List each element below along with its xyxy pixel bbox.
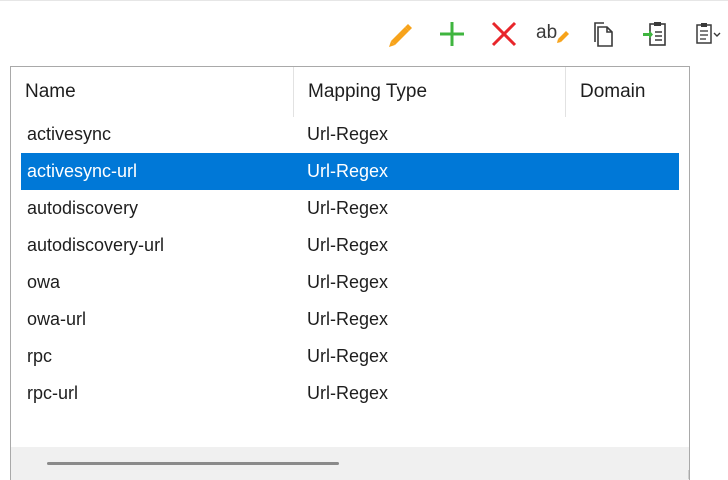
top-divider bbox=[0, 0, 728, 1]
row-name: rpc-url bbox=[27, 383, 79, 403]
copy-icon bbox=[594, 22, 613, 47]
toolbar: ab bbox=[380, 14, 728, 54]
delete-button[interactable] bbox=[484, 14, 524, 54]
row-mapping-type: Url-Regex bbox=[307, 346, 389, 366]
edit-button[interactable] bbox=[380, 14, 420, 54]
column-header-domain[interactable]: Domain bbox=[566, 67, 689, 117]
copy-button[interactable] bbox=[584, 14, 624, 54]
rename-label: ab bbox=[536, 22, 558, 43]
paste-icon bbox=[643, 22, 666, 46]
row-mapping-type: Url-Regex bbox=[307, 383, 389, 403]
row-mapping-type: Url-Regex bbox=[307, 309, 389, 329]
row-mapping-type: Url-Regex bbox=[307, 198, 389, 218]
scrollbar-thumb[interactable] bbox=[47, 462, 339, 465]
rename-icon: ab bbox=[534, 19, 574, 49]
row-name: rpc bbox=[27, 346, 53, 366]
plus-icon bbox=[440, 22, 464, 46]
small-pencil-icon bbox=[557, 31, 569, 43]
mapping-list[interactable]: Name Mapping Type Domain activesync Url-… bbox=[10, 66, 690, 480]
table-row-selected[interactable]: activesync-url Url-Regex bbox=[21, 153, 679, 190]
pencil-icon bbox=[389, 24, 412, 47]
add-button[interactable] bbox=[432, 14, 472, 54]
column-header-name[interactable]: Name bbox=[11, 67, 293, 117]
list-header: Name Mapping Type Domain bbox=[11, 67, 689, 117]
paste-button[interactable] bbox=[636, 14, 676, 54]
row-name: activesync-url bbox=[27, 161, 138, 181]
column-header-mapping-type[interactable]: Mapping Type bbox=[294, 67, 565, 117]
row-name: owa bbox=[27, 272, 61, 292]
row-name: owa-url bbox=[27, 309, 87, 329]
row-name: activesync bbox=[27, 124, 112, 144]
row-name: autodiscovery bbox=[27, 198, 139, 218]
table-row[interactable]: rpc-url Url-Regex bbox=[21, 375, 679, 412]
row-mapping-type: Url-Regex bbox=[307, 124, 389, 144]
row-mapping-type: Url-Regex bbox=[307, 161, 389, 181]
table-row[interactable]: autodiscovery-url Url-Regex bbox=[21, 227, 679, 264]
row-name: autodiscovery-url bbox=[27, 235, 165, 255]
clipboard-dropdown-button[interactable] bbox=[690, 14, 728, 54]
row-mapping-type: Url-Regex bbox=[307, 272, 389, 292]
horizontal-scrollbar[interactable] bbox=[11, 447, 689, 480]
row-mapping-type: Url-Regex bbox=[307, 235, 389, 255]
rename-button[interactable]: ab bbox=[532, 14, 576, 54]
table-row[interactable]: activesync Url-Regex bbox=[21, 116, 679, 153]
table-row[interactable]: autodiscovery Url-Regex bbox=[21, 190, 679, 227]
resize-edge bbox=[688, 470, 689, 479]
close-icon bbox=[491, 21, 517, 47]
clipboard-icon bbox=[696, 23, 721, 44]
table-row[interactable]: rpc Url-Regex bbox=[21, 338, 679, 375]
table-row[interactable]: owa Url-Regex bbox=[21, 264, 679, 301]
table-row[interactable]: owa-url Url-Regex bbox=[21, 301, 679, 338]
